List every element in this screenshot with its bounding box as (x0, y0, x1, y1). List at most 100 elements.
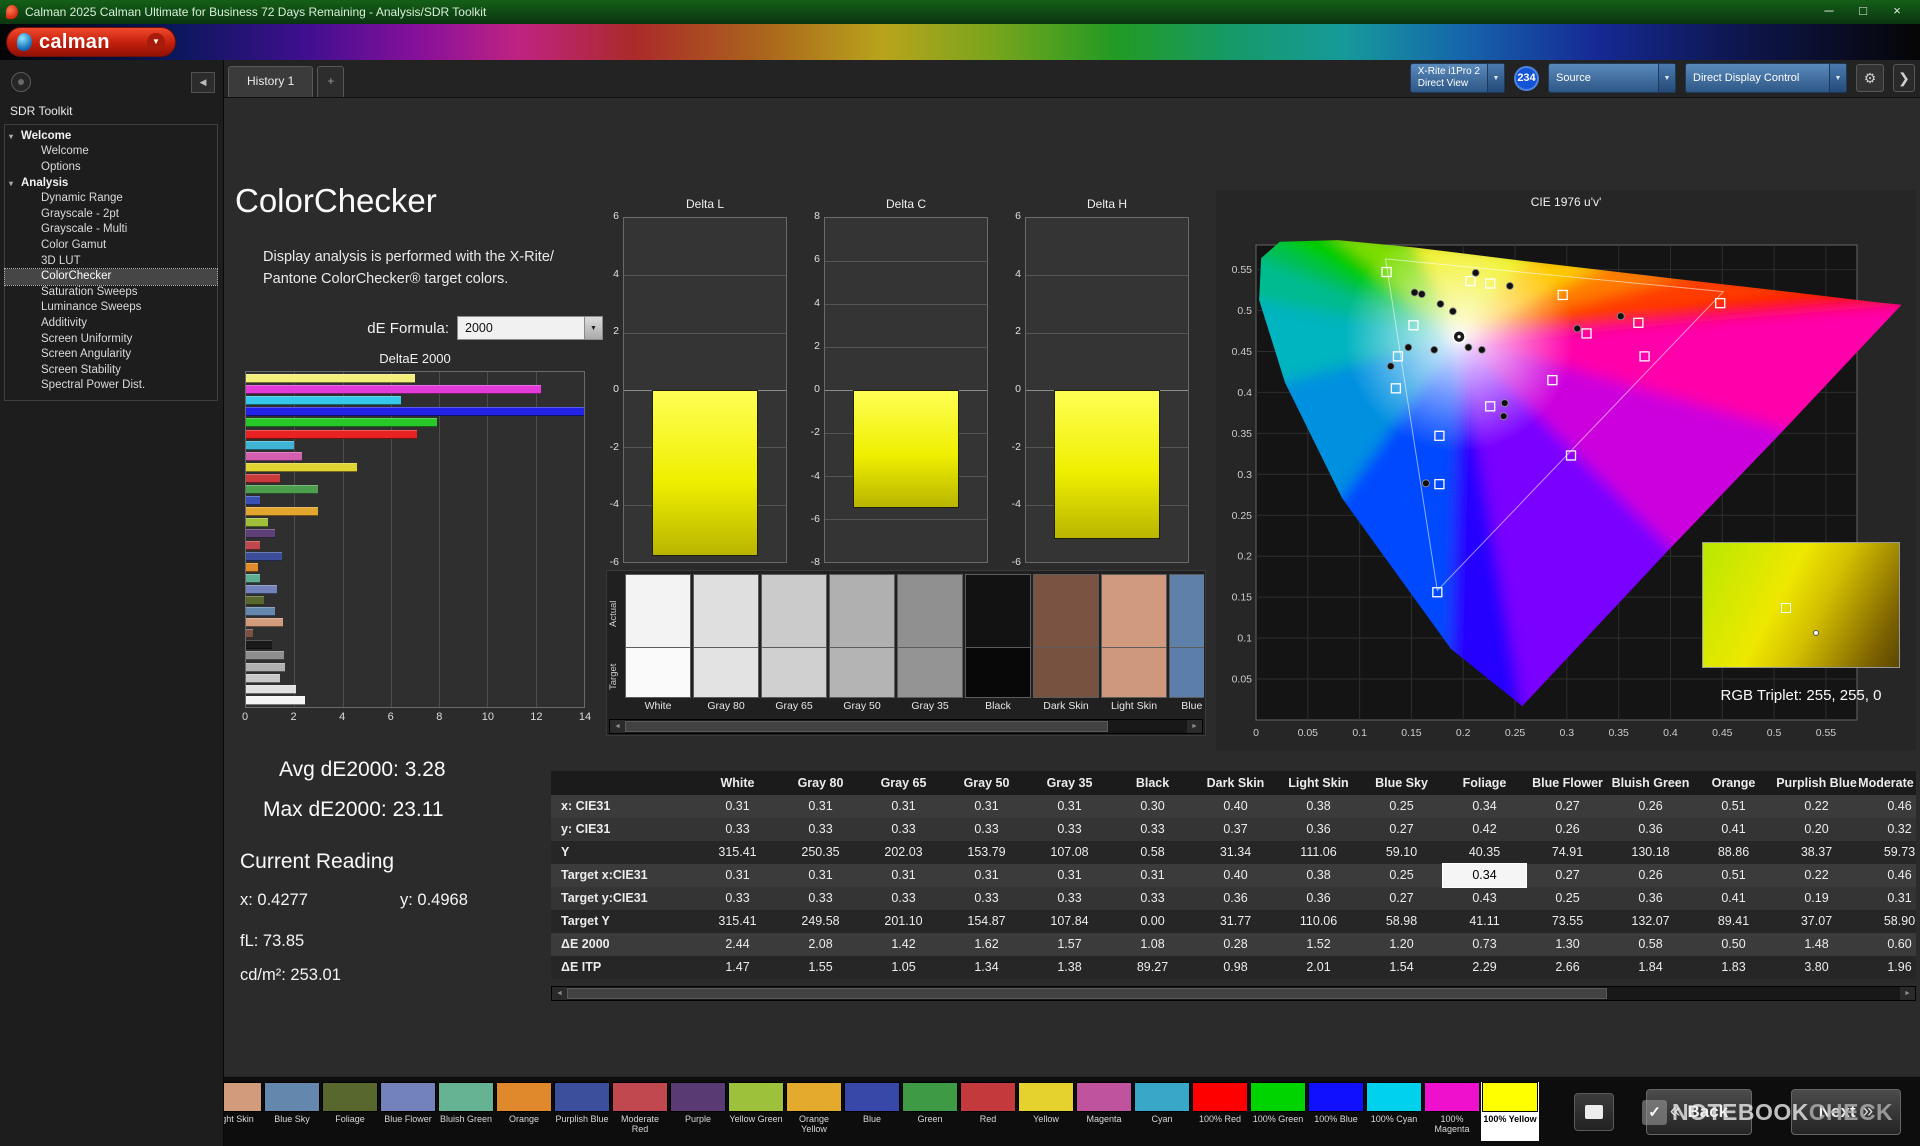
sidebar-item-spectral-power-dist-[interactable]: Spectral Power Dist. (5, 378, 217, 394)
patch-gray-50[interactable]: Gray 50 (829, 574, 895, 714)
pattern-tile-moderate-red[interactable]: Moderate Red (612, 1082, 668, 1140)
table-cell[interactable]: 0.34 (1443, 795, 1526, 818)
sidebar-item-screen-angularity[interactable]: Screen Angularity (5, 347, 217, 363)
table-cell[interactable]: 58.90 (1858, 910, 1916, 933)
scroll-right-icon[interactable]: ► (1900, 987, 1915, 1000)
table-cell[interactable]: 0.26 (1609, 795, 1692, 818)
table-cell[interactable]: 0.25 (1360, 864, 1443, 887)
table-cell[interactable]: 0.36 (1609, 818, 1692, 841)
patch-dark-skin[interactable]: Dark Skin (1033, 574, 1099, 714)
table-cell[interactable]: 0.30 (1111, 795, 1194, 818)
pattern-tile-purplish-blue[interactable]: Purplish Blue (554, 1082, 610, 1140)
table-cell[interactable]: 1.42 (862, 933, 945, 956)
table-cell[interactable]: 73.55 (1526, 910, 1609, 933)
table-cell[interactable]: 41.11 (1443, 910, 1526, 933)
table-cell[interactable]: 0.26 (1526, 818, 1609, 841)
panel-expand-icon[interactable]: ❯ (1893, 64, 1915, 92)
sidebar-item-colorchecker[interactable]: ColorChecker (5, 269, 217, 285)
table-cell[interactable]: 0.31 (696, 864, 779, 887)
table-cell[interactable]: 0.31 (862, 864, 945, 887)
gear-icon[interactable]: ⚙ (1856, 64, 1884, 92)
table-cell[interactable]: 0.51 (1692, 864, 1775, 887)
table-cell[interactable]: 0.46 (1858, 864, 1916, 887)
table-cell[interactable]: 0.27 (1360, 818, 1443, 841)
table-cell[interactable]: 2.44 (696, 933, 779, 956)
table-cell[interactable]: 153.79 (945, 841, 1028, 864)
table-cell[interactable]: 0.31 (779, 864, 862, 887)
patch-gray-80[interactable]: Gray 80 (693, 574, 759, 714)
chevron-down-icon[interactable]: ▼ (1829, 64, 1846, 92)
table-cell[interactable]: 0.19 (1775, 887, 1858, 910)
table-cell[interactable]: 59.10 (1360, 841, 1443, 864)
table-cell[interactable]: 0.25 (1360, 795, 1443, 818)
sidebar-item-grayscale-2pt[interactable]: Grayscale - 2pt (5, 207, 217, 223)
table-cell[interactable]: 0.22 (1775, 795, 1858, 818)
table-cell[interactable]: 2.08 (779, 933, 862, 956)
table-cell[interactable]: 132.07 (1609, 910, 1692, 933)
table-cell[interactable]: 0.27 (1360, 887, 1443, 910)
scroll-left-icon[interactable]: ◄ (610, 720, 625, 733)
table-cell[interactable]: 1.54 (1360, 956, 1443, 979)
table-cell[interactable]: 0.31 (945, 864, 1028, 887)
table-cell[interactable]: 0.33 (779, 887, 862, 910)
table-cell[interactable]: 89.27 (1111, 956, 1194, 979)
table-cell[interactable]: 0.33 (1111, 818, 1194, 841)
expander-icon[interactable]: ▾ (9, 177, 13, 191)
table-cell[interactable]: 107.84 (1028, 910, 1111, 933)
table-cell[interactable]: 0.22 (1775, 864, 1858, 887)
table-cell[interactable]: 0.31 (945, 795, 1028, 818)
table-cell[interactable]: 1.38 (1028, 956, 1111, 979)
sidebar-item-additivity[interactable]: Additivity (5, 316, 217, 332)
pattern-tile-100-yellow[interactable]: 100% Yellow (1482, 1082, 1538, 1140)
sidebar-item-welcome[interactable]: Welcome (5, 144, 217, 160)
pattern-tile-blue-flower[interactable]: Blue Flower (380, 1082, 436, 1140)
sidebar-item-grayscale-multi[interactable]: Grayscale - Multi (5, 222, 217, 238)
pattern-tile-100-cyan[interactable]: 100% Cyan (1366, 1082, 1422, 1140)
pattern-tile-100-magenta[interactable]: 100% Magenta (1424, 1082, 1480, 1140)
table-cell[interactable]: 1.55 (779, 956, 862, 979)
sidebar-item-luminance-sweeps[interactable]: Luminance Sweeps (5, 300, 217, 316)
pattern-tile-yellow-green[interactable]: Yellow Green (728, 1082, 784, 1140)
table-cell[interactable]: 0.51 (1692, 795, 1775, 818)
table-cell[interactable]: 0.25 (1526, 887, 1609, 910)
table-cell[interactable]: 0.33 (945, 887, 1028, 910)
display-control-dropdown[interactable]: Direct Display Control ▼ (1685, 63, 1847, 93)
table-cell[interactable]: 0.28 (1194, 933, 1277, 956)
de-formula-select[interactable]: 2000 ▼ (457, 316, 603, 340)
table-cell[interactable]: 0.50 (1692, 933, 1775, 956)
table-cell[interactable]: 0.27 (1526, 864, 1609, 887)
table-cell[interactable]: 0.38 (1277, 795, 1360, 818)
pattern-tile-100-blue[interactable]: 100% Blue (1308, 1082, 1364, 1140)
table-cell[interactable]: 0.32 (1858, 818, 1916, 841)
minimize-icon[interactable]: ─ (1812, 1, 1846, 23)
table-cell[interactable]: 0.31 (862, 795, 945, 818)
table-cell[interactable]: 0.41 (1692, 818, 1775, 841)
table-cell[interactable]: 0.41 (1692, 887, 1775, 910)
table-cell[interactable]: 0.46 (1858, 795, 1916, 818)
meter-dropdown[interactable]: X-Rite i1Pro 2 Direct View ▼ (1410, 63, 1505, 93)
table-cell[interactable]: 3.80 (1775, 956, 1858, 979)
table-cell[interactable]: 0.33 (945, 818, 1028, 841)
table-cell[interactable]: 250.35 (779, 841, 862, 864)
close-icon[interactable]: × (1880, 1, 1914, 23)
table-cell[interactable]: 58.98 (1360, 910, 1443, 933)
table-cell[interactable]: 1.05 (862, 956, 945, 979)
table-cell[interactable]: 0.00 (1111, 910, 1194, 933)
source-dropdown[interactable]: Source ▼ (1548, 63, 1676, 93)
table-cell[interactable]: 1.52 (1277, 933, 1360, 956)
table-cell[interactable]: 38.37 (1775, 841, 1858, 864)
table-cell[interactable]: 74.91 (1526, 841, 1609, 864)
table-cell[interactable]: 31.77 (1194, 910, 1277, 933)
scroll-left-icon[interactable]: ◄ (552, 987, 567, 1000)
table-cell[interactable]: 110.06 (1277, 910, 1360, 933)
table-cell[interactable]: 107.08 (1028, 841, 1111, 864)
sidebar-item-dynamic-range[interactable]: Dynamic Range (5, 191, 217, 207)
table-cell[interactable]: 0.31 (696, 795, 779, 818)
table-cell[interactable]: 0.33 (779, 818, 862, 841)
sidebar-menu-icon[interactable] (11, 72, 31, 92)
scrollbar-thumb[interactable] (567, 988, 1607, 999)
pattern-tile-100-red[interactable]: 100% Red (1192, 1082, 1248, 1140)
table-cell[interactable]: 1.08 (1111, 933, 1194, 956)
pattern-tile-blue[interactable]: Blue (844, 1082, 900, 1140)
table-cell[interactable]: 89.41 (1692, 910, 1775, 933)
